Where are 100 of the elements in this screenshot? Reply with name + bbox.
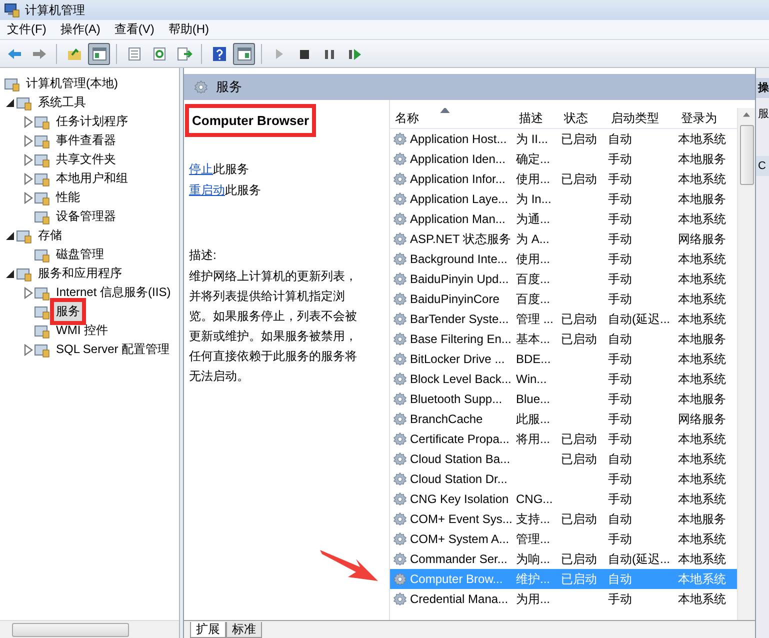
expand-icon[interactable] (22, 192, 34, 204)
list-icon (126, 46, 142, 62)
table-cell: 手动 (608, 492, 632, 506)
table-cell: 手动 (608, 252, 632, 266)
table-row[interactable]: Credential Mana... 为用... 手动 本地系统 (390, 589, 737, 609)
action-link[interactable]: 停止 (189, 162, 213, 176)
table-row[interactable]: Application Iden... 确定... 手动 本地服务 (390, 149, 737, 169)
table-row[interactable]: Application Laye... 为 In... 手动 本地服务 (390, 189, 737, 209)
tree-item[interactable]: 设备管理器 (54, 207, 118, 226)
tree-item[interactable]: 共享文件夹 (54, 150, 118, 169)
description-text: 维护网络上计算机的更新列表，并将列表提供给计算机指定浏览。如果服务停止，列表不会被更新或维护。如果服务被禁用，任何直接依赖于此服务的服务将无法启动。 (189, 268, 358, 385)
tree-item[interactable]: 存储 (36, 226, 64, 245)
table-cell: Certificate Propa... (410, 432, 510, 446)
table-row[interactable]: BaiduPinyin Upd... 百度... 手动 本地系统 (390, 269, 737, 289)
table-row[interactable]: COM+ Event Sys... 支持... 已启动 自动 本地服务 (390, 509, 737, 529)
table-row[interactable]: BarTender Syste... 管理 ... 已启动 自动(延迟... 本地系统 (390, 309, 737, 329)
expand-icon[interactable] (22, 116, 34, 128)
table-row[interactable]: Certificate Propa... 将用... 已启动 手动 本地系统 (390, 429, 737, 449)
node-icon (34, 152, 50, 168)
menu-item[interactable]: 文件(F) (0, 21, 54, 38)
menu-item[interactable]: 帮助(H) (161, 21, 216, 38)
tree-item[interactable]: 本地用户和组 (54, 169, 130, 188)
node-icon (16, 94, 32, 110)
table-cell: BaiduPinyinCore (410, 292, 500, 306)
action-link[interactable]: 重启动 (189, 183, 225, 197)
action-pane-text[interactable]: C (756, 156, 769, 176)
pane-title: 服务 (216, 78, 242, 96)
table-row[interactable]: ASP.NET 状态服务 为 A... 手动 网络服务 (390, 229, 737, 249)
menu-item[interactable]: 操作(A) (53, 21, 108, 38)
table-cell: 自动(延迟... (608, 312, 670, 326)
table-cell: 此服... (516, 412, 550, 426)
table-cell: 百度... (516, 272, 550, 286)
tree-item[interactable]: 磁盘管理 (54, 245, 106, 264)
toolbar-button[interactable] (233, 42, 255, 64)
table-row[interactable]: BitLocker Drive ... BDE... 手动 本地系统 (390, 349, 737, 369)
table-cell: CNG... (516, 492, 553, 506)
scroll-up-icon[interactable] (743, 112, 750, 117)
view-tab[interactable]: 标准 (226, 622, 262, 638)
horizontal-scrollbar[interactable] (0, 620, 179, 638)
column-header[interactable]: 描述 (514, 110, 559, 126)
tree-item[interactable]: 任务计划程序 (54, 112, 130, 131)
tree-item[interactable]: 性能 (54, 188, 82, 207)
collapse-icon[interactable] (4, 268, 16, 280)
table-row[interactable]: Bluetooth Supp... Blue... 手动 本地服务 (390, 389, 737, 409)
expand-icon[interactable] (22, 154, 34, 166)
tree-item[interactable]: Internet 信息服务(IIS) (54, 283, 173, 302)
view-tab[interactable]: 扩展 (190, 622, 226, 638)
table-cell: 为响... (516, 552, 550, 566)
expand-icon[interactable] (22, 172, 34, 184)
gear-icon (393, 532, 407, 546)
expand-icon[interactable] (22, 134, 34, 146)
table-cell: 本地系统 (678, 212, 726, 226)
expand-icon[interactable] (22, 286, 34, 298)
action-pane-text[interactable]: 服 (756, 104, 769, 124)
tree-item[interactable]: WMI 控件 (54, 321, 110, 340)
tree-item[interactable]: 计算机管理(本地) (24, 74, 120, 93)
table-cell: ASP.NET 状态服务 (410, 230, 511, 248)
table-row[interactable]: Cloud Station Dr... 手动 本地系统 (390, 469, 737, 489)
table-row[interactable]: Block Level Back... Win... 手动 本地系统 (390, 369, 737, 389)
table-row[interactable]: CNG Key Isolation CNG... 手动 本地系统 (390, 489, 737, 509)
menu-item[interactable]: 查看(V) (107, 21, 162, 38)
table-row[interactable]: Application Host... 为 II... 已启动 自动 本地系统 (390, 129, 737, 149)
column-header[interactable]: 名称 (390, 110, 514, 126)
table-row[interactable]: COM+ System A... 管理... 手动 本地系统 (390, 529, 737, 549)
table-row[interactable]: Application Man... 为通... 手动 本地系统 (390, 209, 737, 229)
gear-icon (393, 312, 407, 326)
table-cell: Win... (516, 372, 547, 386)
table-cell: 本地系统 (678, 432, 726, 446)
table-cell: CNG Key Isolation (410, 492, 509, 506)
table-cell: 确定... (516, 152, 550, 166)
tree-item[interactable]: 服务 (54, 302, 82, 321)
gear-icon (393, 492, 407, 506)
table-row[interactable]: Cloud Station Ba... 已启动 自动 本地系统 (390, 449, 737, 469)
expand-icon[interactable] (22, 344, 34, 356)
column-header[interactable]: 状态 (559, 110, 606, 126)
collapse-icon[interactable] (4, 96, 16, 108)
table-row[interactable]: BaiduPinyinCore 百度... 手动 本地系统 (390, 289, 737, 309)
column-header[interactable]: 启动类型 (606, 110, 676, 126)
node-icon (34, 170, 50, 186)
collapse-icon[interactable] (4, 230, 16, 242)
scroll-thumb[interactable] (740, 125, 754, 185)
table-cell: 本地系统 (678, 452, 726, 466)
table-cell: 管理 ... (516, 312, 554, 326)
table-cell: 本地系统 (678, 312, 726, 326)
table-row[interactable]: Commander Ser... 为响... 已启动 自动(延迟... 本地系统 (390, 549, 737, 569)
table-cell: 已启动 (561, 172, 597, 186)
toolbar-button[interactable] (88, 42, 110, 64)
vertical-scrollbar[interactable] (737, 108, 755, 620)
table-row[interactable]: BranchCache 此服... 手动 网络服务 (390, 409, 737, 429)
table-cell: 手动 (608, 272, 632, 286)
tree-item[interactable]: SQL Server 配置管理 (54, 340, 172, 359)
tree-item[interactable]: 服务和应用程序 (36, 264, 124, 283)
table-row[interactable]: Application Infor... 使用... 已启动 手动 本地系统 (390, 169, 737, 189)
table-cell: 使用... (516, 172, 550, 186)
table-cell: 已启动 (561, 452, 597, 466)
column-header[interactable]: 登录为 (676, 110, 737, 126)
tree-item[interactable]: 事件查看器 (54, 131, 118, 150)
table-row[interactable]: Base Filtering En... 基本... 已启动 自动 本地服务 (390, 329, 737, 349)
tree-item[interactable]: 系统工具 (36, 93, 88, 112)
table-row[interactable]: Background Inte... 使用... 手动 本地系统 (390, 249, 737, 269)
